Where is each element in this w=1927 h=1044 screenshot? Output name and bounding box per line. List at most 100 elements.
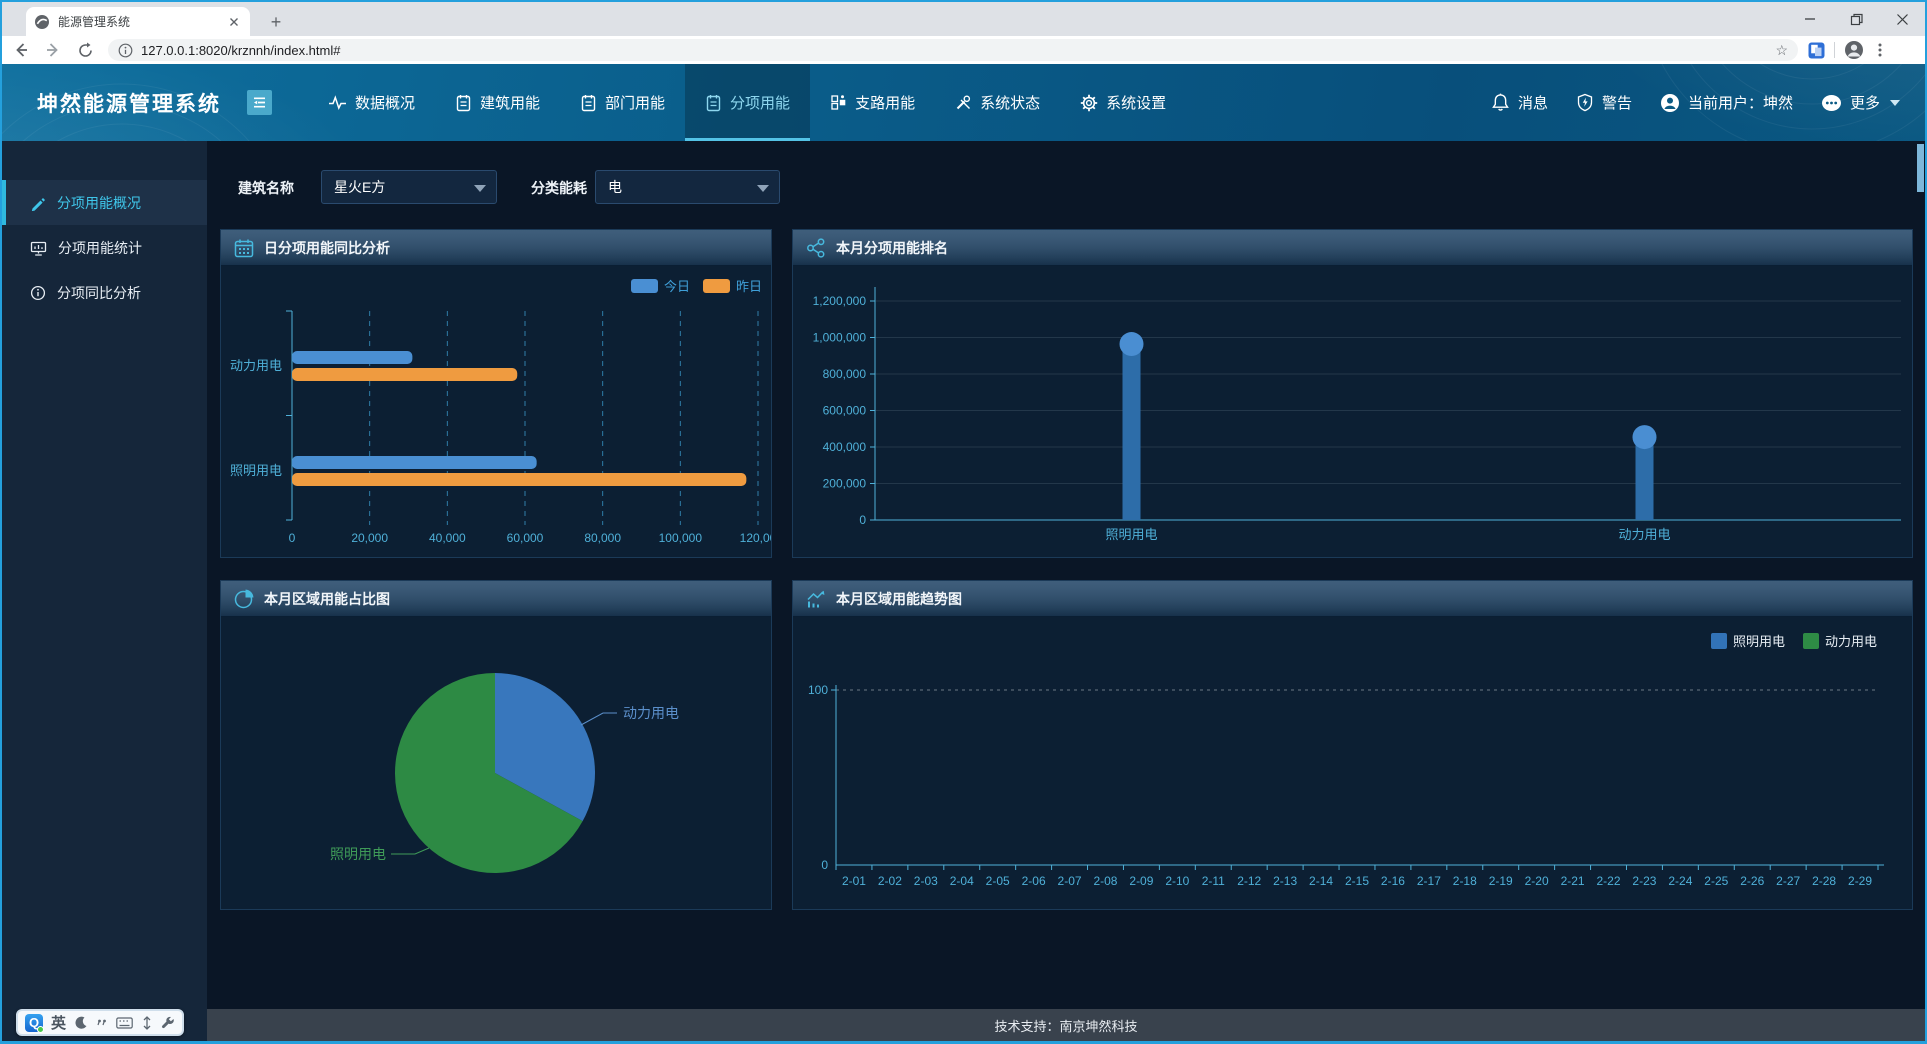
ime-logo-icon[interactable]: Q: [25, 1014, 43, 1032]
share-nodes-icon: [805, 237, 827, 259]
scrollbar-thumb[interactable]: [1917, 144, 1924, 192]
svg-text:2-19: 2-19: [1489, 874, 1513, 888]
header-right: 消息 警告 当前用户：坤然: [1491, 64, 1900, 141]
browser-tab[interactable]: 能源管理系统: [26, 7, 250, 36]
ranking-chart[interactable]: 0200,000400,000600,000800,0001,000,0001,…: [793, 266, 1912, 556]
svg-text:200,000: 200,000: [823, 477, 867, 491]
building-energy-icon: [455, 94, 472, 112]
wrench-icon[interactable]: [161, 1016, 175, 1030]
sidebar-item-yoy-analysis[interactable]: 分项同比分析: [2, 270, 207, 315]
svg-text:照明用电: 照明用电: [230, 463, 282, 478]
svg-text:2-17: 2-17: [1417, 874, 1441, 888]
svg-text:动力用电: 动力用电: [1618, 527, 1670, 542]
sidebar-item-statistics[interactable]: 分项用能统计: [2, 225, 207, 270]
site-info-icon[interactable]: [118, 43, 133, 58]
svg-text:动力用电: 动力用电: [1825, 634, 1877, 649]
daily-compare-chart[interactable]: 020,00040,00060,00080,000100,000120,00动力…: [221, 266, 771, 556]
nav-item-subitem-energy[interactable]: 分项用能: [685, 64, 810, 141]
browser-toolbar: 127.0.0.1:8020/krznnh/index.html# ☆: [2, 36, 1925, 64]
nav-item-system-settings[interactable]: 系统设置: [1060, 64, 1186, 141]
panel-ranking: 本月分项用能排名 0200,000400,000600,000800,0001,…: [792, 229, 1913, 558]
activity-icon: [328, 94, 347, 111]
svg-text:800,000: 800,000: [823, 367, 867, 381]
nav-item-department-energy[interactable]: 部门用能: [560, 64, 685, 141]
punctuation-icon[interactable]: [96, 1017, 108, 1029]
svg-text:120,00: 120,00: [740, 531, 771, 545]
sidebar-item-overview[interactable]: 分项用能概况: [2, 180, 207, 225]
tab-strip: 能源管理系统 +: [2, 2, 1925, 36]
svg-text:2-07: 2-07: [1058, 874, 1082, 888]
svg-text:2-24: 2-24: [1668, 874, 1692, 888]
ime-toolbar[interactable]: Q 英: [16, 1009, 184, 1036]
pie-chart[interactable]: 动力用电照明用电: [221, 617, 771, 909]
chrome-menu-icon[interactable]: [1873, 42, 1887, 58]
nav-item-data-overview[interactable]: 数据概况: [308, 64, 435, 141]
panel-trend: 本月区域用能趋势图 10002-012-022-032-042-052-062-…: [792, 580, 1913, 910]
svg-text:0: 0: [821, 858, 828, 872]
svg-text:昨日: 昨日: [736, 279, 762, 294]
svg-text:2-20: 2-20: [1525, 874, 1549, 888]
tab-close-icon[interactable]: [226, 14, 242, 30]
svg-text:动力用电: 动力用电: [623, 705, 679, 721]
svg-text:2-11: 2-11: [1202, 874, 1225, 888]
pencil-icon: [30, 195, 46, 211]
back-button[interactable]: [8, 38, 34, 62]
panel-header: 本月区域用能趋势图: [793, 581, 1912, 617]
svg-text:动力用电: 动力用电: [230, 358, 282, 373]
department-energy-icon: [580, 94, 597, 112]
profile-avatar[interactable]: [1844, 40, 1864, 60]
filter-bar: 建筑名称 星火E方 分类能耗 电: [207, 170, 1925, 204]
more-menu[interactable]: 更多: [1821, 92, 1900, 113]
branch-energy-icon: [830, 94, 847, 111]
svg-text:2-02: 2-02: [878, 874, 902, 888]
svg-text:40,000: 40,000: [429, 531, 466, 545]
ellipsis-icon: [1821, 94, 1842, 112]
nav-item-building-energy[interactable]: 建筑用能: [435, 64, 560, 141]
panel-title: 本月区域用能趋势图: [836, 589, 962, 609]
svg-text:2-29: 2-29: [1848, 874, 1872, 888]
energy-select[interactable]: 电: [595, 170, 780, 204]
window-minimize-button[interactable]: [1787, 2, 1833, 36]
new-tab-button[interactable]: +: [264, 10, 288, 34]
toggle-icon[interactable]: [141, 1016, 153, 1030]
forward-button[interactable]: [40, 38, 66, 62]
moon-icon[interactable]: [74, 1016, 88, 1030]
svg-text:60,000: 60,000: [507, 531, 544, 545]
nav-item-system-status[interactable]: 系统状态: [935, 64, 1060, 141]
bookmark-star-icon[interactable]: ☆: [1775, 42, 1788, 59]
info-circle-icon: [30, 285, 46, 301]
subitem-energy-icon: [705, 94, 722, 112]
footer-text: 技术支持：南京坤然科技: [994, 1016, 1137, 1035]
trend-chart[interactable]: 10002-012-022-032-042-052-062-072-082-09…: [793, 617, 1912, 909]
svg-text:2-25: 2-25: [1704, 874, 1728, 888]
window-restore-button[interactable]: [1833, 2, 1879, 36]
extension-icon[interactable]: [1808, 42, 1825, 59]
svg-text:0: 0: [289, 531, 296, 545]
svg-text:2-26: 2-26: [1740, 874, 1764, 888]
messages-button[interactable]: 消息: [1491, 92, 1548, 113]
ime-language-toggle[interactable]: 英: [51, 1012, 66, 1033]
keyboard-icon[interactable]: [116, 1017, 133, 1029]
alerts-button[interactable]: 警告: [1576, 92, 1632, 113]
building-name-label: 建筑名称: [238, 178, 294, 198]
svg-text:照明用电: 照明用电: [1105, 527, 1157, 542]
toolbar-divider: [1834, 42, 1835, 58]
chevron-down-icon: [1890, 100, 1900, 106]
svg-text:2-04: 2-04: [950, 874, 974, 888]
reload-button[interactable]: [72, 38, 98, 62]
building-select[interactable]: 星火E方: [321, 170, 497, 204]
current-user[interactable]: 当前用户：坤然: [1660, 92, 1793, 113]
menu-collapse-button[interactable]: [247, 90, 272, 115]
svg-text:2-09: 2-09: [1129, 874, 1153, 888]
footer-bar: 技术支持：南京坤然科技: [207, 1009, 1925, 1041]
address-bar[interactable]: 127.0.0.1:8020/krznnh/index.html# ☆: [108, 39, 1798, 61]
svg-text:2-12: 2-12: [1237, 874, 1261, 888]
window-close-button[interactable]: [1879, 2, 1925, 36]
svg-text:今日: 今日: [664, 279, 690, 294]
browser-window: 能源管理系统 +: [0, 0, 1927, 1044]
panel-header: 日分项用能同比分析: [221, 230, 771, 266]
nav-item-branch-energy[interactable]: 支路用能: [810, 64, 935, 141]
svg-text:2-08: 2-08: [1093, 874, 1117, 888]
svg-text:1,000,000: 1,000,000: [813, 331, 867, 345]
url-text[interactable]: 127.0.0.1:8020/krznnh/index.html#: [141, 43, 1775, 58]
